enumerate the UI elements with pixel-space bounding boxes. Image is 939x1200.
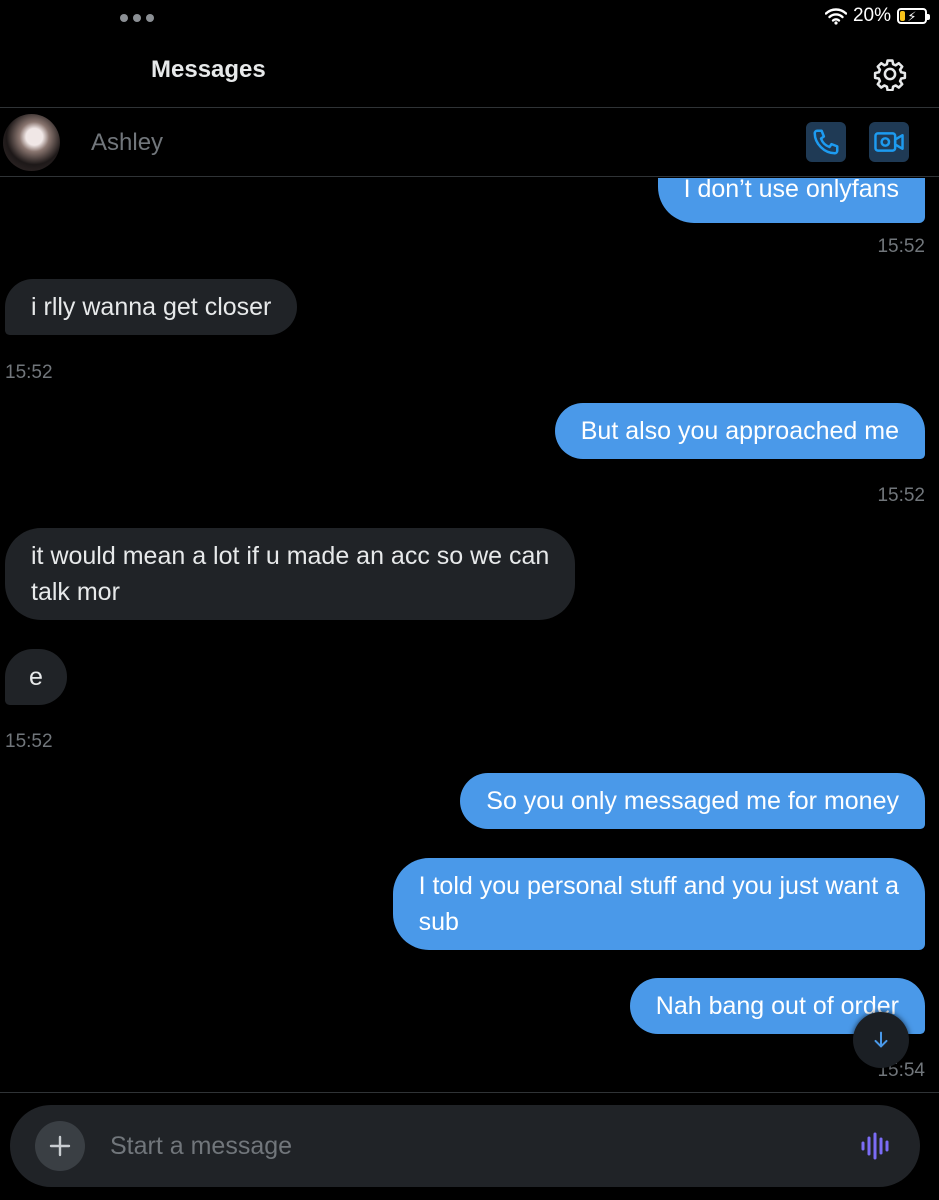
arrow-down-icon [874,1031,888,1048]
message-bubble-outgoing[interactable]: I told you personal stuff and you just w… [392,858,925,950]
battery-icon: ⚡ [897,8,930,24]
message-bubble-outgoing[interactable]: I don’t use onlyfans [657,178,925,223]
avatar[interactable] [3,114,60,171]
status-bar: 20% ⚡ [824,4,930,28]
message-composer [10,1105,920,1187]
page-title: Messages [151,56,266,83]
message-timestamp: 15:52 [5,362,53,383]
message-bubble-outgoing[interactable]: But also you approached me [554,403,925,459]
add-media-button[interactable] [35,1121,85,1171]
phone-icon [813,129,839,155]
conversation-header[interactable]: Ashley [0,109,939,177]
header: Messages [0,40,939,108]
message-bubble-incoming[interactable]: i rlly wanna get closer [5,279,298,335]
video-call-button[interactable] [869,122,909,162]
multitasking-dots[interactable] [120,14,154,22]
message-bubble-incoming[interactable]: e [5,649,67,705]
charging-bolt-icon: ⚡ [907,8,917,24]
message-timestamp: 15:52 [877,236,925,257]
gear-icon [873,59,907,91]
battery-percentage: 20% [852,5,891,26]
voice-waveform-icon [861,1132,889,1160]
message-bubble-outgoing[interactable]: So you only messaged me for money [460,773,925,829]
video-icon [874,132,904,152]
voice-call-button[interactable] [806,122,846,162]
message-input[interactable] [110,1127,830,1165]
settings-button[interactable] [866,50,914,98]
message-bubble-incoming[interactable]: it would mean a lot if u made an acc so … [5,528,576,620]
scroll-to-bottom-button[interactable] [853,1012,909,1068]
wifi-icon [824,8,847,25]
message-list[interactable]: I don’t use onlyfans 15:52 i rlly wanna … [0,178,939,1090]
voice-message-button[interactable] [856,1129,896,1163]
composer-divider [0,1092,939,1093]
plus-icon [49,1135,71,1157]
message-timestamp: 15:52 [5,731,53,752]
message-timestamp: 15:52 [877,485,925,506]
contact-name[interactable]: Ashley [91,129,163,157]
